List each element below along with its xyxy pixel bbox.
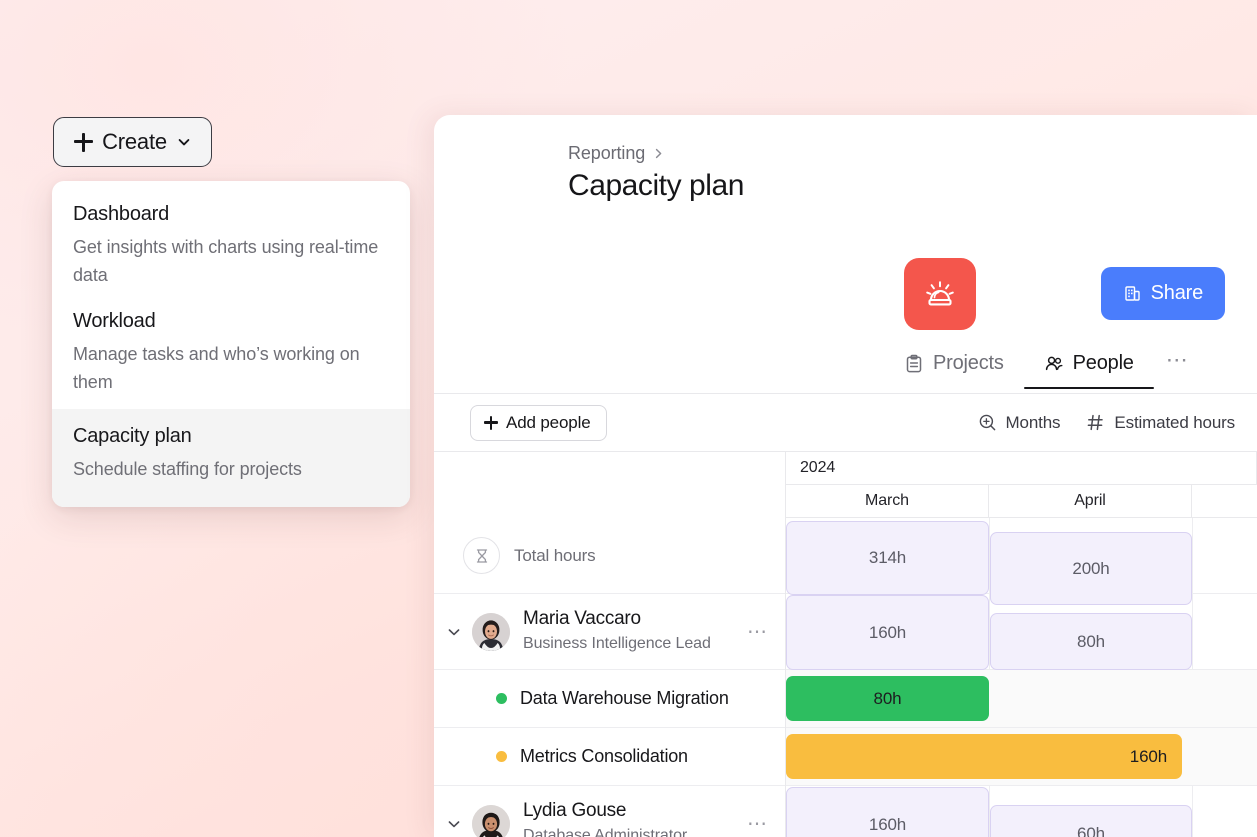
table-row: Metrics Consolidation [434,728,785,786]
menu-item-description: Schedule staffing for projects [73,459,302,480]
chevron-down-icon[interactable] [446,816,462,832]
grid-name-column: Total hours Maria Vaccaro Business Intel… [434,452,786,837]
row-more-button[interactable]: ⋯ [741,619,769,644]
capacity-grid: Total hours Maria Vaccaro Business Intel… [434,452,1257,837]
plus-icon [484,415,498,430]
total-hours-label: Total hours [514,545,596,565]
menu-item-description: Manage tasks and who’s working on them [73,344,360,393]
page-title: Capacity plan [568,169,744,202]
task-name: Metrics Consolidation [520,746,688,766]
hourglass-icon [463,537,500,574]
total-hours-bar-march[interactable]: 314h [786,521,989,595]
chevron-down-icon [178,139,190,146]
menu-item-capacity-plan[interactable]: Capacity plan Schedule staffing for proj… [52,409,410,508]
person-role: Database Administrator [523,827,688,837]
app-header: Reporting Capacity plan [434,115,1257,229]
task-bar[interactable]: 80h [786,676,989,721]
chevron-down-icon[interactable] [446,624,462,640]
row-more-button[interactable]: ⋯ [741,811,769,836]
breadcrumb[interactable]: Reporting [568,142,1257,164]
avatar [472,612,510,651]
table-row: Data Warehouse Migration [434,670,785,728]
zoom-in-icon [979,414,995,431]
menu-item-title: Dashboard [73,203,170,225]
task-bar[interactable]: 160h [786,734,1182,779]
menu-item-description: Get insights with charts using real-time… [73,237,379,286]
person-name: Maria Vaccaro [523,608,641,630]
measure-label: Estimated hours [1114,412,1235,432]
org-chart-icon [1124,286,1140,301]
task-color-dot [496,693,507,704]
menu-item-workload[interactable]: Workload Manage tasks and who’s working … [52,302,410,409]
table-row: Lydia Gouse Database Administrator ⋯ [434,786,785,837]
create-button[interactable]: Create [53,117,212,167]
timeline-year-header: 2024 [786,452,1257,485]
zoom-level-control[interactable]: Months [978,413,1061,433]
people-icon [1045,356,1063,370]
person-name: Lydia Gouse [523,800,627,822]
plus-icon [74,132,94,152]
share-button[interactable]: Share [1100,267,1225,320]
tab-label: Projects [933,352,1004,374]
person-capacity-bar-march[interactable]: 160h [786,595,989,670]
create-dropdown-menu: Dashboard Get insights with charts using… [52,181,410,508]
grid-timeline: 2024 March April 314h 200h 160h 80h 80h … [786,452,1257,837]
grid-toolbar: Add people Months Estimated hours [434,394,1257,451]
tabs-more-button[interactable]: ⋯ [1154,347,1198,389]
menu-item-title: Workload [73,310,156,333]
month-header-march: March [786,485,989,518]
clipboard-icon [906,354,922,372]
create-button-label: Create [102,129,167,154]
person-capacity-bar-april[interactable]: 80h [990,613,1192,670]
measure-control[interactable]: Estimated hours [1086,413,1235,433]
avatar [472,804,510,837]
table-row: Total hours [434,518,785,594]
share-button-label: Share [1150,282,1204,304]
zoom-level-label: Months [1005,412,1061,432]
view-tabs: Projects People ⋯ [904,347,1197,389]
timeline-month-headers: March April [786,485,1257,518]
person-capacity-bar-april[interactable]: 60h [990,805,1192,837]
task-name: Data Warehouse Migration [520,688,729,708]
hash-icon [1088,414,1104,431]
total-hours-bar-april[interactable]: 200h [990,532,1192,605]
tab-projects[interactable]: Projects [904,352,1024,389]
app-window: Reporting Capacity plan Share Projects P… [434,115,1257,837]
person-role: Business Intelligence Lead [523,635,711,653]
person-capacity-bar-march[interactable]: 160h [786,787,989,837]
month-header-april: April [989,485,1192,518]
table-row: Maria Vaccaro Business Intelligence Lead… [434,594,785,670]
chevron-right-icon [656,148,662,158]
menu-item-dashboard[interactable]: Dashboard Get insights with charts using… [52,195,410,302]
add-people-button[interactable]: Add people [470,404,607,441]
siren-icon [904,258,976,330]
menu-item-title: Capacity plan [73,425,192,448]
tab-label: People [1072,352,1134,374]
breadcrumb-label: Reporting [568,142,646,163]
month-header-next [1192,485,1257,518]
add-people-label: Add people [506,412,591,432]
tab-people[interactable]: People [1023,352,1154,389]
task-color-dot [496,751,507,762]
